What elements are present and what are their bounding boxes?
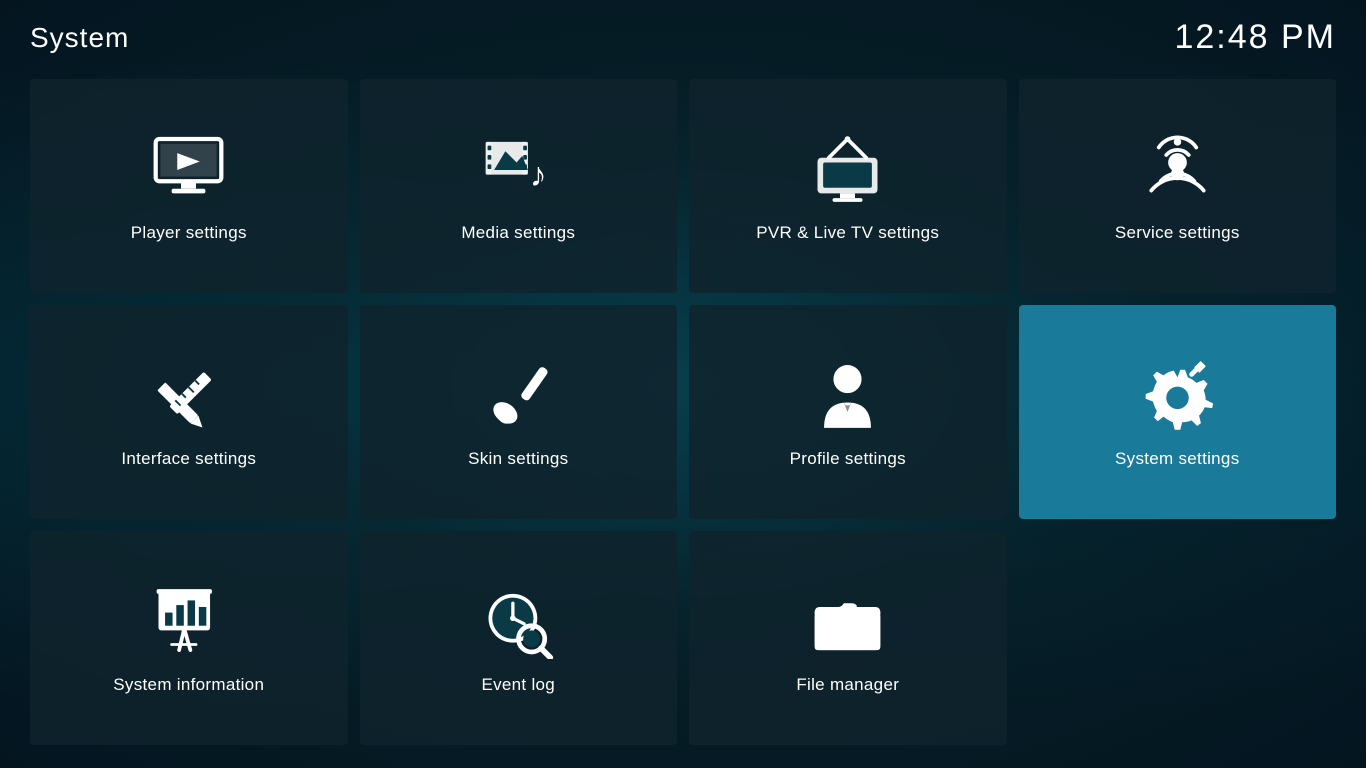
system-information-tile[interactable]: System information [30, 531, 348, 745]
header: System 12:48 PM [0, 0, 1366, 67]
profile-icon [808, 355, 888, 435]
system-information-label: System information [113, 675, 264, 695]
filemanager-icon [808, 581, 888, 661]
profile-settings-tile[interactable]: Profile settings [689, 305, 1007, 519]
pvr-icon [808, 129, 888, 209]
eventlog-icon [478, 581, 558, 661]
media-settings-tile[interactable]: ♪ Media settings [360, 79, 678, 293]
page-title: System [30, 22, 129, 54]
service-icon [1137, 129, 1217, 209]
service-settings-tile[interactable]: Service settings [1019, 79, 1337, 293]
interface-settings-label: Interface settings [121, 449, 256, 469]
svg-text:♪: ♪ [530, 155, 547, 193]
interface-settings-tile[interactable]: Interface settings [30, 305, 348, 519]
media-settings-label: Media settings [461, 223, 575, 243]
empty-cell [1019, 531, 1337, 745]
system-settings-tile[interactable]: System settings [1019, 305, 1337, 519]
skin-icon [478, 355, 558, 435]
media-icon: ♪ [478, 129, 558, 209]
system-settings-label: System settings [1115, 449, 1240, 469]
system-settings-icon [1137, 355, 1217, 435]
clock: 12:48 PM [1174, 18, 1336, 57]
service-settings-label: Service settings [1115, 223, 1240, 243]
pvr-settings-tile[interactable]: PVR & Live TV settings [689, 79, 1007, 293]
player-settings-tile[interactable]: Player settings [30, 79, 348, 293]
sysinfo-icon [149, 581, 229, 661]
player-settings-label: Player settings [131, 223, 247, 243]
interface-icon [149, 355, 229, 435]
skin-settings-label: Skin settings [468, 449, 568, 469]
skin-settings-tile[interactable]: Skin settings [360, 305, 678, 519]
file-manager-label: File manager [796, 675, 899, 695]
event-log-label: Event log [481, 675, 555, 695]
profile-settings-label: Profile settings [790, 449, 906, 469]
file-manager-tile[interactable]: File manager [689, 531, 1007, 745]
settings-grid: Player settings ♪ Media sett [0, 67, 1366, 765]
player-icon [149, 129, 229, 209]
event-log-tile[interactable]: Event log [360, 531, 678, 745]
pvr-settings-label: PVR & Live TV settings [756, 223, 939, 243]
